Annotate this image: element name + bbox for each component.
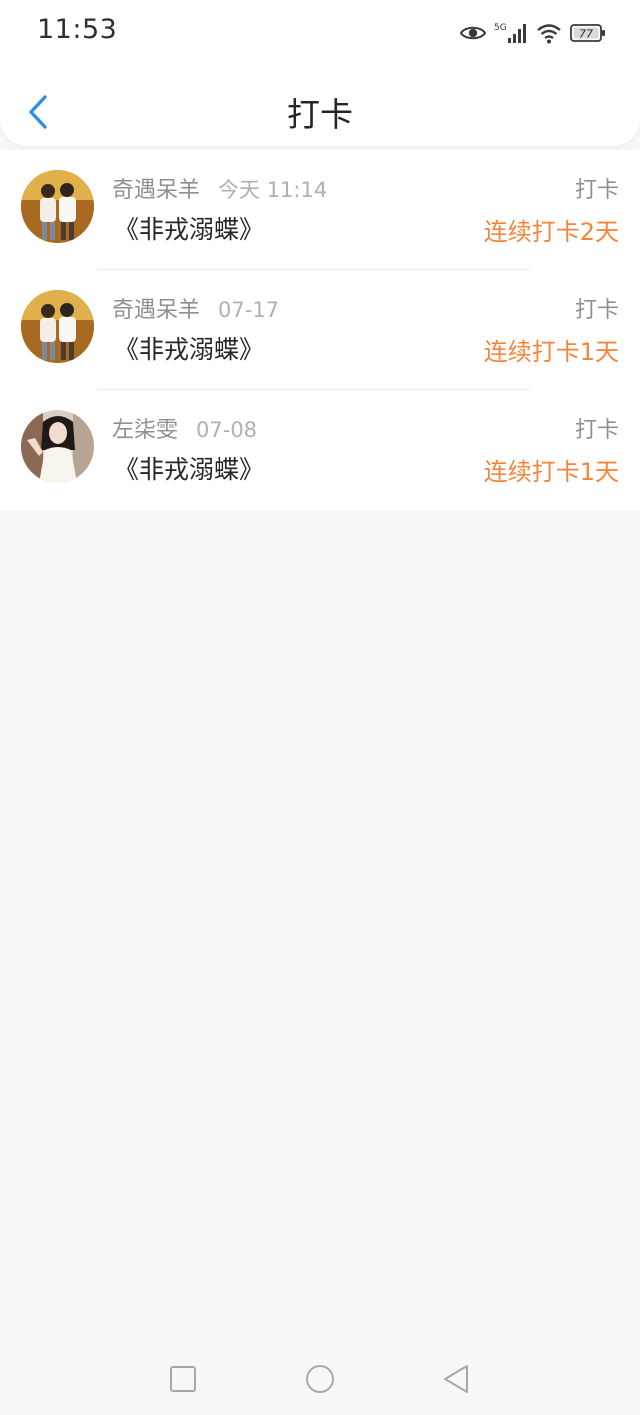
status-icons: 5G 77 <box>460 18 606 48</box>
book-title[interactable]: 《非戎溺蝶》 <box>114 330 264 366</box>
avatar[interactable] <box>21 290 94 363</box>
status-time: 11:53 <box>37 14 118 45</box>
user-name[interactable]: 奇遇呆羊 <box>112 172 200 204</box>
post-time: 今天 11:14 <box>218 178 328 202</box>
couple-photo-image <box>21 290 94 363</box>
list-item[interactable]: 奇遇呆羊 07-17 《非戎溺蝶》 打卡 连续打卡1天 <box>0 270 640 390</box>
circle-icon <box>306 1365 334 1393</box>
streak-label: 连续打卡1天 <box>483 458 619 486</box>
action-label: 打卡 <box>574 178 619 203</box>
eye-icon <box>460 26 486 40</box>
header: 11:53 5G 77 打卡 <box>0 0 640 146</box>
back-nav-button[interactable] <box>440 1363 472 1395</box>
girl-photo-image <box>21 410 94 483</box>
recent-apps-button[interactable] <box>167 1363 199 1395</box>
book-title[interactable]: 《非戎溺蝶》 <box>114 210 264 246</box>
home-button[interactable] <box>304 1363 336 1395</box>
avatar[interactable] <box>21 170 94 243</box>
action-label: 打卡 <box>574 418 619 443</box>
book-title[interactable]: 《非戎溺蝶》 <box>114 450 264 486</box>
triangle-back-icon <box>444 1365 468 1393</box>
network-type: 5G <box>494 23 507 33</box>
action-label: 打卡 <box>574 298 619 323</box>
post-time: 07-08 <box>196 418 258 442</box>
avatar[interactable] <box>21 410 94 483</box>
user-name[interactable]: 左柒雯 <box>112 412 178 444</box>
couple-photo-image <box>21 170 94 243</box>
streak-label: 连续打卡1天 <box>483 338 619 366</box>
streak-label: 连续打卡2天 <box>483 218 619 246</box>
square-icon <box>170 1366 196 1392</box>
user-name[interactable]: 奇遇呆羊 <box>112 292 200 324</box>
signal-icon: 5G <box>494 23 526 43</box>
page-title: 打卡 <box>287 95 353 134</box>
list-item[interactable]: 左柒雯 07-08 《非戎溺蝶》 打卡 连续打卡1天 <box>0 390 640 510</box>
list-item[interactable]: 奇遇呆羊 今天 11:14 《非戎溺蝶》 打卡 连续打卡2天 <box>0 150 640 270</box>
battery-icon: 77 <box>570 24 605 42</box>
battery-level: 77 <box>579 28 593 41</box>
post-time: 07-17 <box>218 298 280 322</box>
checkin-list: 奇遇呆羊 今天 11:14 《非戎溺蝶》 打卡 连续打卡2天 奇遇呆羊 07-1… <box>0 150 640 511</box>
system-nav-bar <box>0 1345 640 1415</box>
wifi-icon <box>537 24 561 44</box>
